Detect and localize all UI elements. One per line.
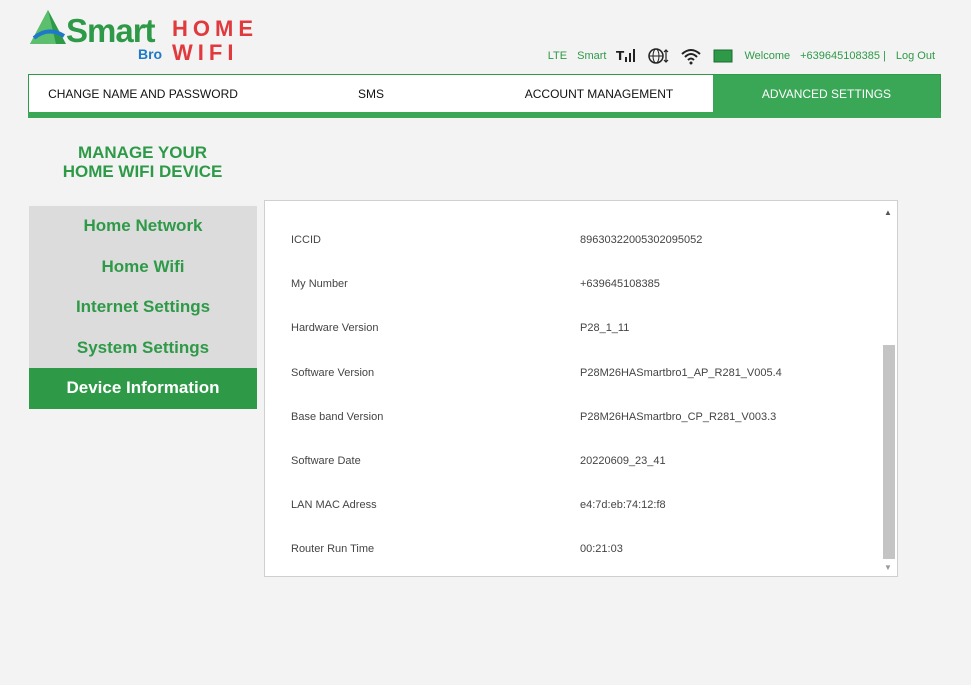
info-value: 00:21:03 bbox=[580, 543, 623, 556]
sidebar-item-internet-settings[interactable]: Internet Settings bbox=[29, 287, 257, 328]
info-row-software-date: Software Date 20220609_23_41 bbox=[291, 438, 867, 482]
sidebar-title-line2: HOME WIFI DEVICE bbox=[62, 162, 223, 181]
signal-icon: T bbox=[616, 47, 638, 65]
device-info-list: ICCID 8963032200530209505​2 My Number +6… bbox=[291, 217, 867, 571]
info-value: 8963032200530209505​2 bbox=[580, 234, 703, 246]
info-row-iccid: ICCID 8963032200530209505​2 bbox=[291, 217, 867, 261]
info-value: 20220609_23_41 bbox=[580, 454, 666, 467]
tab-account-management[interactable]: ACCOUNT MANAGEMENT bbox=[485, 75, 713, 112]
tab-change-name-and-password[interactable]: CHANGE NAME AND PASSWORD bbox=[29, 75, 257, 112]
nav-divider bbox=[28, 112, 941, 118]
info-row-router-run-time: Router Run Time 00:21:03 bbox=[291, 526, 867, 570]
info-row-hardware-version: Hardware Version P28_1_11 bbox=[291, 305, 867, 349]
smart-logo-mark-icon bbox=[30, 10, 66, 44]
globe-data-icon bbox=[648, 47, 670, 65]
panel-scrollbar[interactable]: ▲ ▼ bbox=[881, 203, 895, 574]
network-type-label: LTE bbox=[547, 50, 568, 62]
info-value: P28M26HASmartbro_CP_R281_V003.3 bbox=[580, 410, 777, 423]
wifi-icon bbox=[680, 47, 702, 65]
scroll-down-arrow-icon[interactable]: ▼ bbox=[881, 560, 895, 574]
sidebar-item-home-network[interactable]: Home Network bbox=[29, 206, 257, 247]
info-row-software-version: Software Version P28M26HASmartbro1_AP_R2… bbox=[291, 350, 867, 394]
scroll-thumb[interactable] bbox=[883, 345, 895, 559]
info-label: Base band Version bbox=[291, 410, 384, 423]
tab-advanced-settings[interactable]: ADVANCED SETTINGS bbox=[713, 75, 940, 112]
tab-sms[interactable]: SMS bbox=[257, 75, 485, 112]
info-label: LAN MAC Adress bbox=[291, 499, 377, 512]
device-info-panel: ICCID 8963032200530209505​2 My Number +6… bbox=[264, 200, 898, 577]
brand-sub: Bro bbox=[138, 46, 163, 62]
info-row-lan-mac: LAN MAC Adress e4:7d:eb:74:12:f8 bbox=[291, 482, 867, 526]
welcome-label: Welcome bbox=[744, 50, 791, 62]
scroll-up-arrow-icon[interactable]: ▲ bbox=[881, 205, 895, 219]
info-row-my-number: My Number +639645108385 bbox=[291, 261, 867, 305]
logout-link[interactable]: Log Out bbox=[896, 50, 935, 62]
info-row-baseband-version: Base band Version P28M26HASmartbro_CP_R2… bbox=[291, 394, 867, 438]
info-value: P28_1_11 bbox=[580, 322, 630, 335]
carrier-label: Smart bbox=[577, 50, 607, 62]
sidebar-menu: Home Network Home Wifi Internet Settings… bbox=[29, 206, 257, 409]
sidebar-title: MANAGE YOUR HOME WIFI DEVICE bbox=[28, 143, 257, 181]
info-label: My Number bbox=[291, 278, 348, 291]
info-value: e4:7d:eb:74:12:f8 bbox=[580, 499, 666, 512]
info-label: ICCID bbox=[291, 234, 321, 246]
brand-line-home: HOME bbox=[172, 16, 258, 41]
info-label: Hardware Version bbox=[291, 322, 379, 335]
sidebar-item-home-wifi[interactable]: Home Wifi bbox=[29, 247, 257, 288]
svg-text:T: T bbox=[616, 49, 625, 63]
sim-icon bbox=[712, 47, 734, 65]
info-label: Software Version bbox=[291, 366, 375, 379]
status-bar: LTE Smart T Welcome +639645108385 | Log … bbox=[548, 46, 935, 66]
info-label: Software Date bbox=[291, 454, 361, 467]
info-label: Router Run Time bbox=[291, 543, 375, 556]
user-number: +639645108385 | bbox=[800, 50, 886, 62]
sidebar-item-device-information[interactable]: Device Information bbox=[29, 368, 257, 409]
info-value: +639645108385 bbox=[580, 278, 660, 291]
top-nav: CHANGE NAME AND PASSWORD SMS ACCOUNT MAN… bbox=[28, 74, 941, 112]
info-value: P28M26HASmartbro1_AP_R281_V005.4 bbox=[580, 366, 782, 379]
smart-bro-logo: Smart Bro HOME WIFI bbox=[28, 6, 268, 65]
brand-name: Smart bbox=[66, 12, 156, 49]
sidebar-title-line1: MANAGE YOUR bbox=[77, 143, 208, 162]
sidebar-item-system-settings[interactable]: System Settings bbox=[29, 328, 257, 369]
brand-line-wifi: WIFI bbox=[172, 40, 239, 65]
